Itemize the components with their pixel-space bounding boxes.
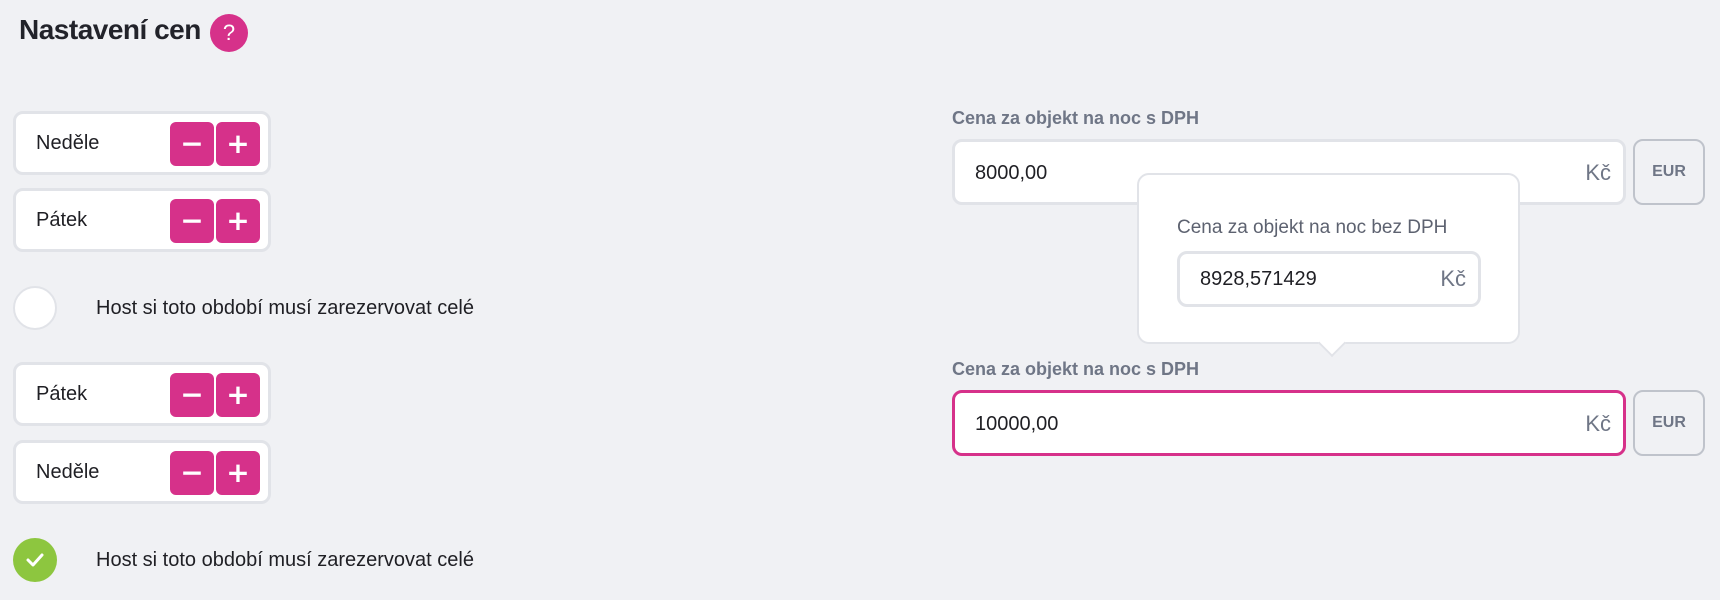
page-title: Nastavení cen — [19, 14, 201, 45]
increase-button[interactable]: + — [216, 122, 260, 166]
eur-button[interactable]: EUR — [1633, 390, 1705, 456]
decrease-button[interactable]: − — [170, 451, 214, 495]
decrease-button[interactable]: − — [170, 122, 214, 166]
must-book-whole-toggle[interactable] — [13, 286, 57, 330]
period1-end-day-stepper: Pátek − + — [13, 188, 271, 252]
price-with-vat-label: Cena za objekt na noc s DPH — [952, 359, 1200, 379]
price-without-vat-input[interactable]: 8928,571429 Kč — [1177, 251, 1481, 307]
popover-arrow — [1317, 328, 1347, 358]
price-with-vat-label: Cena za objekt na noc s DPH — [952, 108, 1200, 128]
price-with-vat-input[interactable]: 10000,00 Kč — [952, 390, 1626, 456]
increase-button[interactable]: + — [216, 373, 260, 417]
decrease-button[interactable]: − — [170, 373, 214, 417]
help-icon[interactable]: ? — [210, 14, 248, 52]
price-value: 8000,00 — [975, 162, 1048, 184]
price-value: 10000,00 — [975, 413, 1059, 435]
increase-button[interactable]: + — [216, 451, 260, 495]
currency-label: Kč — [1585, 160, 1611, 185]
period2-end-day-stepper: Neděle − + — [13, 440, 271, 504]
price-without-vat-value: 8928,571429 — [1200, 268, 1317, 290]
decrease-button[interactable]: − — [170, 199, 214, 243]
day-label: Neděle — [36, 132, 100, 154]
checkmark-icon — [26, 553, 44, 567]
must-book-whole-label: Host si toto období musí zarezervovat ce… — [96, 549, 474, 571]
currency-label: Kč — [1585, 411, 1611, 436]
increase-button[interactable]: + — [216, 199, 260, 243]
day-label: Pátek — [36, 209, 88, 231]
must-book-whole-toggle[interactable] — [13, 538, 57, 582]
price-without-vat-label: Cena za objekt na noc bez DPH — [1177, 217, 1448, 238]
day-label: Pátek — [36, 383, 88, 405]
period1-start-day-stepper: Neděle − + — [13, 111, 271, 175]
price-without-vat-popover: Cena za objekt na noc bez DPH 8928,57142… — [1137, 173, 1520, 358]
currency-label: Kč — [1440, 266, 1466, 291]
period2-start-day-stepper: Pátek − + — [13, 362, 271, 426]
eur-button[interactable]: EUR — [1633, 139, 1705, 205]
must-book-whole-label: Host si toto období musí zarezervovat ce… — [96, 297, 474, 319]
day-label: Neděle — [36, 461, 100, 483]
